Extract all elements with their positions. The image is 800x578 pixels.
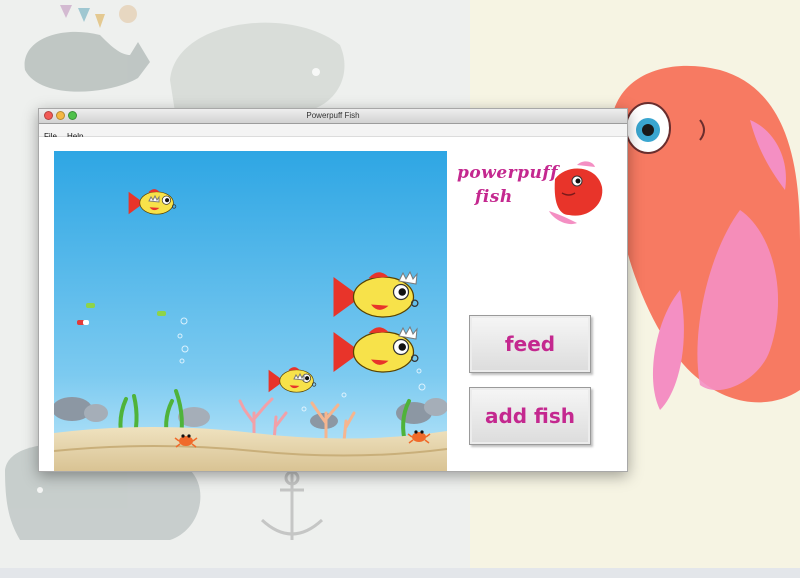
whale-illustration-top xyxy=(24,22,345,112)
aquarium-scene xyxy=(54,151,447,471)
app-logo: powerpuff fish xyxy=(457,157,607,235)
pennant-decoration xyxy=(60,5,105,28)
add-fish-button[interactable]: add fish xyxy=(469,387,591,445)
app-window: Powerpuff Fish File Help xyxy=(38,108,628,472)
window-title: Powerpuff Fish xyxy=(306,111,360,120)
big-fish-wallpaper-illustration xyxy=(610,65,800,410)
anchor-illustration xyxy=(260,470,324,540)
aquarium-canvas[interactable] xyxy=(54,151,447,471)
menu-bar: File Help xyxy=(39,124,627,141)
window-content: powerpuff fish feed add fish xyxy=(39,137,627,471)
feed-button[interactable]: feed xyxy=(469,315,591,373)
logo-fish-icon xyxy=(549,161,603,225)
title-bar[interactable]: Powerpuff Fish xyxy=(39,109,627,124)
dot-decoration xyxy=(119,5,137,23)
